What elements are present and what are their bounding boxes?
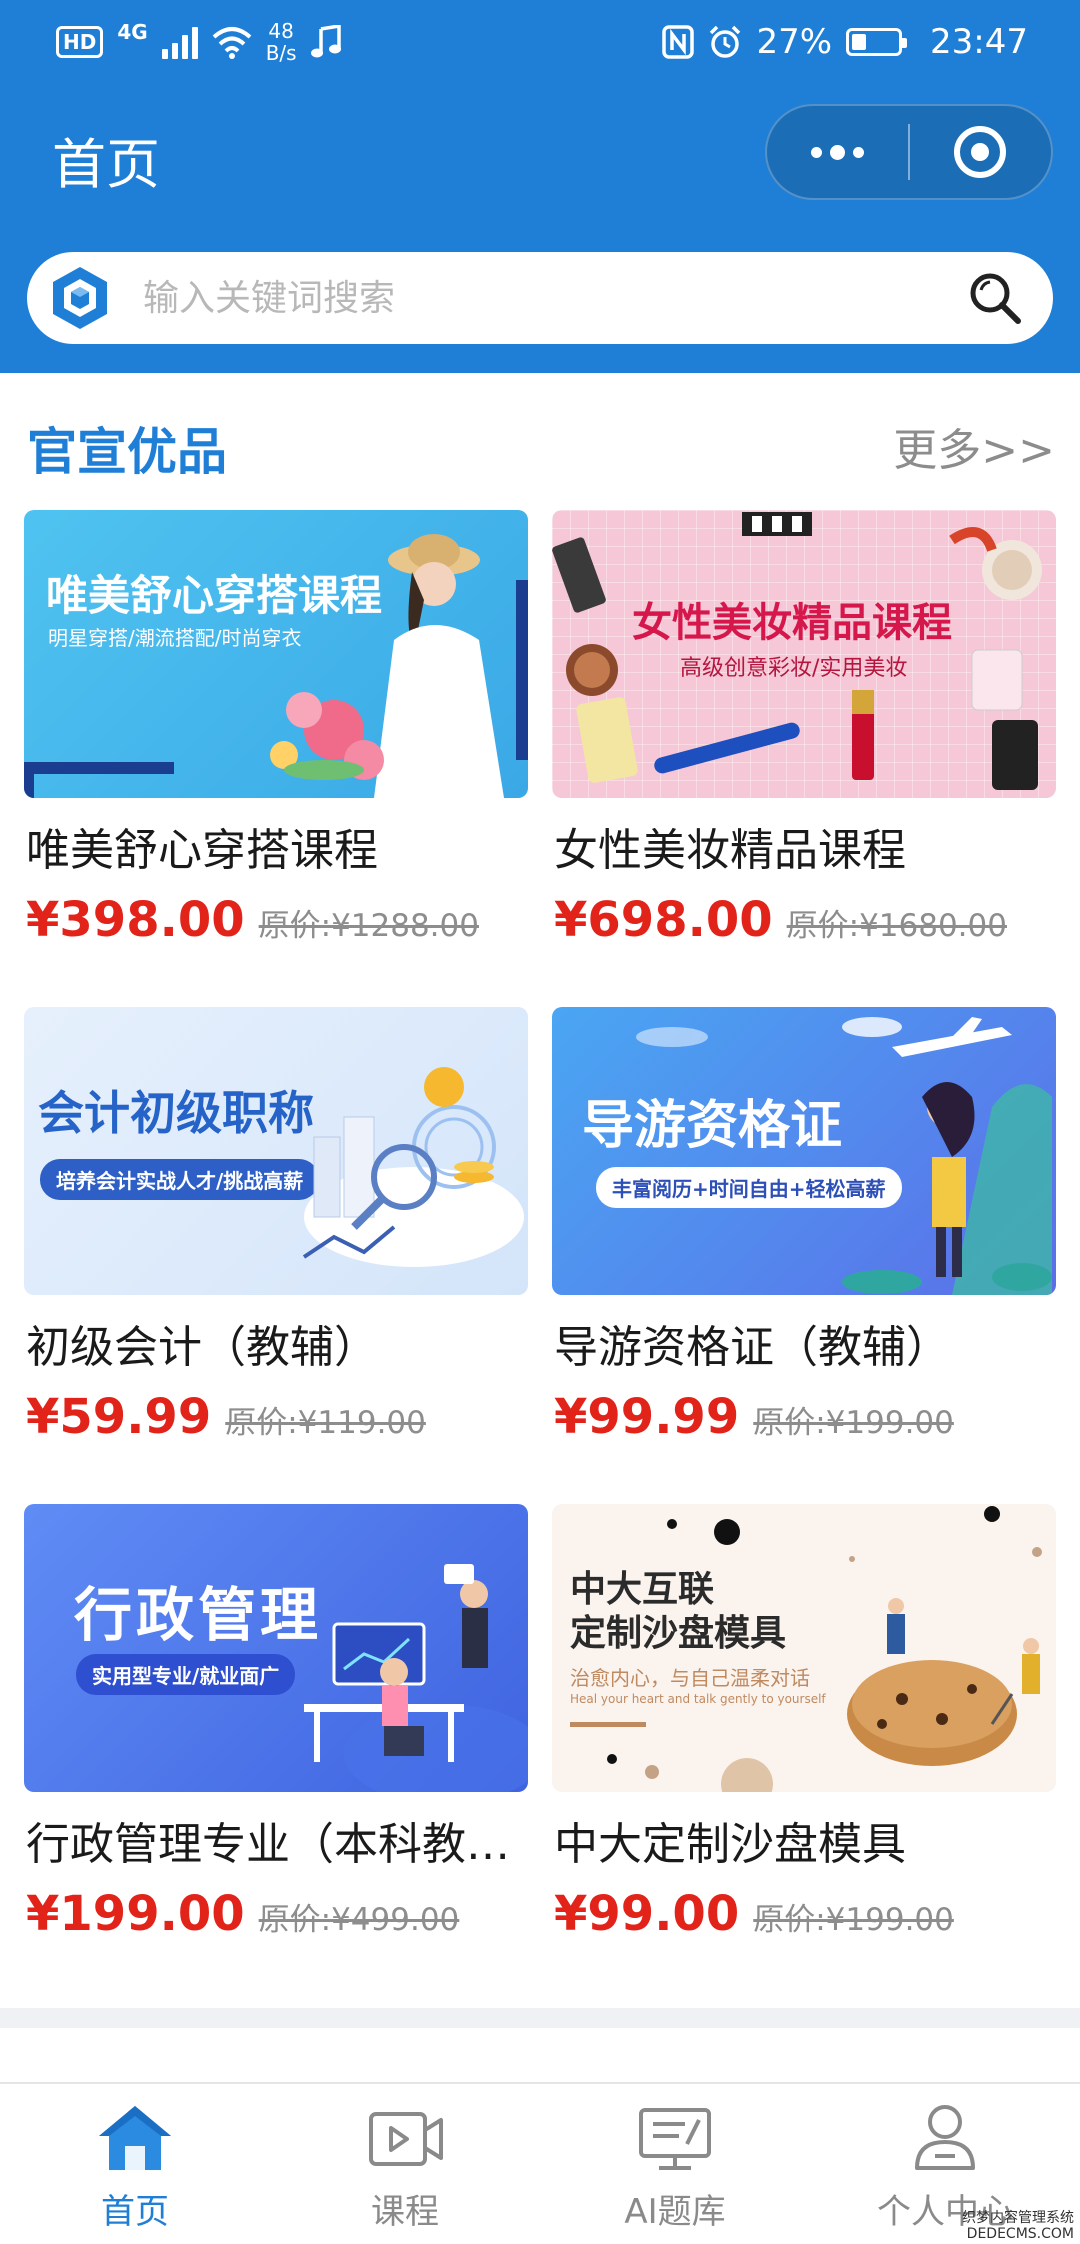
product-banner: 导游资格证 丰富阅历+时间自由+轻松高薪 — [552, 1007, 1056, 1295]
status-right: 27% 23:47 — [662, 14, 1028, 70]
product-title: 初级会计（教辅） — [26, 1322, 378, 1373]
watermark-line2: DEDECMS.COM — [966, 2226, 1074, 2242]
page-title: 首页 — [52, 133, 160, 196]
product-card[interactable]: 行政管理 实用型专业/就业面广 行政管理专业（本科教辅） ¥199.00 原价:… — [24, 1504, 530, 2001]
tourist-illustration — [636, 1017, 1052, 1295]
product-title: 导游资格证（教辅） — [554, 1322, 950, 1373]
tab-home[interactable]: 首页 — [0, 2084, 270, 2244]
original-price: 原价:¥1680.00 — [786, 908, 1007, 944]
search-bar[interactable] — [27, 252, 1053, 344]
section-divider — [0, 2008, 1080, 2028]
product-title: 行政管理专业（本科教辅） — [26, 1819, 530, 1870]
nfc-icon — [662, 25, 695, 59]
product-card[interactable]: 唯美舒心穿搭课程 明星穿搭/潮流搭配/时尚穿衣 唯美舒心穿搭课程 ¥398.00… — [24, 510, 528, 1007]
product-price: ¥199.00 — [26, 1886, 245, 1942]
battery-percent: 27% — [756, 22, 833, 62]
user-icon — [915, 2105, 975, 2170]
tab-bar: 首页 课程 AI题库 个人中心 — [0, 2082, 1080, 2244]
product-price: ¥59.99 — [26, 1389, 212, 1445]
magnifier-icon[interactable] — [965, 268, 1025, 328]
price-row: ¥698.00 原价:¥1680.00 — [554, 892, 1007, 948]
watermark-line1: 织梦内容管理系统 — [962, 2210, 1074, 2226]
tab-label: 首页 — [101, 2192, 169, 2232]
tab-label: 课程 — [371, 2192, 439, 2232]
more-dots-icon — [811, 144, 864, 160]
price-row: ¥199.00 原价:¥499.00 — [26, 1886, 459, 1942]
original-price: 原价:¥119.00 — [225, 1405, 426, 1441]
product-banner: 女性美妆精品课程 高级创意彩妆/实用美妆 — [552, 510, 1056, 798]
product-banner: 行政管理 实用型专业/就业面广 — [24, 1504, 528, 1792]
price-row: ¥99.99 原价:¥199.00 — [554, 1389, 954, 1445]
product-price: ¥99.00 — [554, 1886, 740, 1942]
speed-unit: B/s — [265, 41, 297, 65]
battery-fill — [852, 34, 867, 50]
status-bar: HD 4G 48 B/s 27% 23:47 — [0, 0, 1080, 82]
section-title: 官宣优品 — [27, 423, 227, 481]
model-photo — [270, 534, 504, 798]
price-row: ¥99.00 原价:¥199.00 — [554, 1886, 954, 1942]
more-button[interactable] — [767, 106, 908, 198]
target-close-icon — [954, 126, 1007, 178]
mini-program-capsule — [765, 104, 1053, 200]
original-price: 原价:¥199.00 — [753, 1902, 954, 1938]
network-speed: 48 B/s — [266, 20, 297, 64]
product-banner: 唯美舒心穿搭课程 明星穿搭/潮流搭配/时尚穿衣 — [24, 510, 528, 798]
hd-badge: HD — [56, 26, 104, 58]
price-row: ¥398.00 原价:¥1288.00 — [26, 892, 479, 948]
original-price: 原价:¥199.00 — [753, 1405, 954, 1441]
question-bank-icon — [639, 2108, 711, 2170]
product-title: 唯美舒心穿搭课程 — [26, 825, 378, 876]
status-left: HD 4G 48 B/s — [56, 14, 341, 70]
product-card[interactable]: 会计初级职称 培养会计实战人才/挑战高薪 初级会计（教辅） ¥59.99 原价:… — [24, 1007, 528, 1504]
original-price: 原价:¥499.00 — [258, 1902, 460, 1938]
cube-logo-icon — [53, 267, 107, 329]
clock: 23:47 — [930, 22, 1028, 62]
tab-courses[interactable]: 课程 — [270, 2084, 540, 2244]
signal-icon — [161, 25, 198, 59]
price-row: ¥59.99 原价:¥119.00 — [26, 1389, 426, 1445]
product-title: 中大定制沙盘模具 — [554, 1819, 906, 1870]
video-icon — [369, 2112, 443, 2166]
finance-illustration — [302, 1067, 524, 1267]
product-grid: 唯美舒心穿搭课程 明星穿搭/潮流搭配/时尚穿衣 唯美舒心穿搭课程 ¥398.00… — [24, 510, 1056, 2001]
sandtable-illustration — [570, 1506, 1042, 1792]
product-price: ¥99.99 — [554, 1389, 740, 1445]
banner-title: 会计初级职称 — [38, 1086, 314, 1140]
product-price: ¥698.00 — [554, 892, 773, 948]
product-title: 女性美妆精品课程 — [554, 825, 906, 876]
alarm-icon — [710, 25, 741, 58]
cosmetics-illustration — [552, 512, 1042, 790]
product-card[interactable]: 导游资格证 丰富阅历+时间自由+轻松高薪 导游资格证（教辅） ¥99.99 原价… — [552, 1007, 1056, 1504]
product-banner: 会计初级职称 培养会计实战人才/挑战高薪 — [24, 1007, 528, 1295]
speed-value: 48 — [268, 19, 294, 43]
product-price: ¥398.00 — [26, 892, 245, 948]
tab-ai-question-bank[interactable]: AI题库 — [540, 2084, 810, 2244]
product-card[interactable]: 中大互联 定制沙盘模具 治愈内心，与自己温柔对话 Heal your heart… — [552, 1504, 1056, 2001]
music-note-icon — [310, 25, 341, 58]
more-link[interactable]: 更多>> — [893, 414, 1055, 478]
original-price: 原价:¥1288.00 — [258, 908, 479, 944]
tab-label: AI题库 — [624, 2192, 726, 2232]
home-icon — [99, 2106, 171, 2170]
header: HD 4G 48 B/s 27% 23:47 首页 输入关键词搜索 — [0, 0, 1080, 373]
search-input[interactable] — [143, 277, 965, 319]
close-button[interactable] — [910, 106, 1051, 198]
battery-icon — [846, 28, 908, 56]
network-type: 4G — [117, 20, 148, 44]
wifi-icon — [212, 27, 252, 59]
office-illustration — [304, 1564, 528, 1792]
product-card[interactable]: 女性美妆精品课程 高级创意彩妆/实用美妆 女性美妆精品课程 ¥698.00 原价… — [552, 510, 1056, 1007]
product-banner: 中大互联 定制沙盘模具 治愈内心，与自己温柔对话 Heal your heart… — [552, 1504, 1056, 1792]
watermark: 织梦内容管理系统 DEDECMS.COM — [962, 2210, 1074, 2242]
